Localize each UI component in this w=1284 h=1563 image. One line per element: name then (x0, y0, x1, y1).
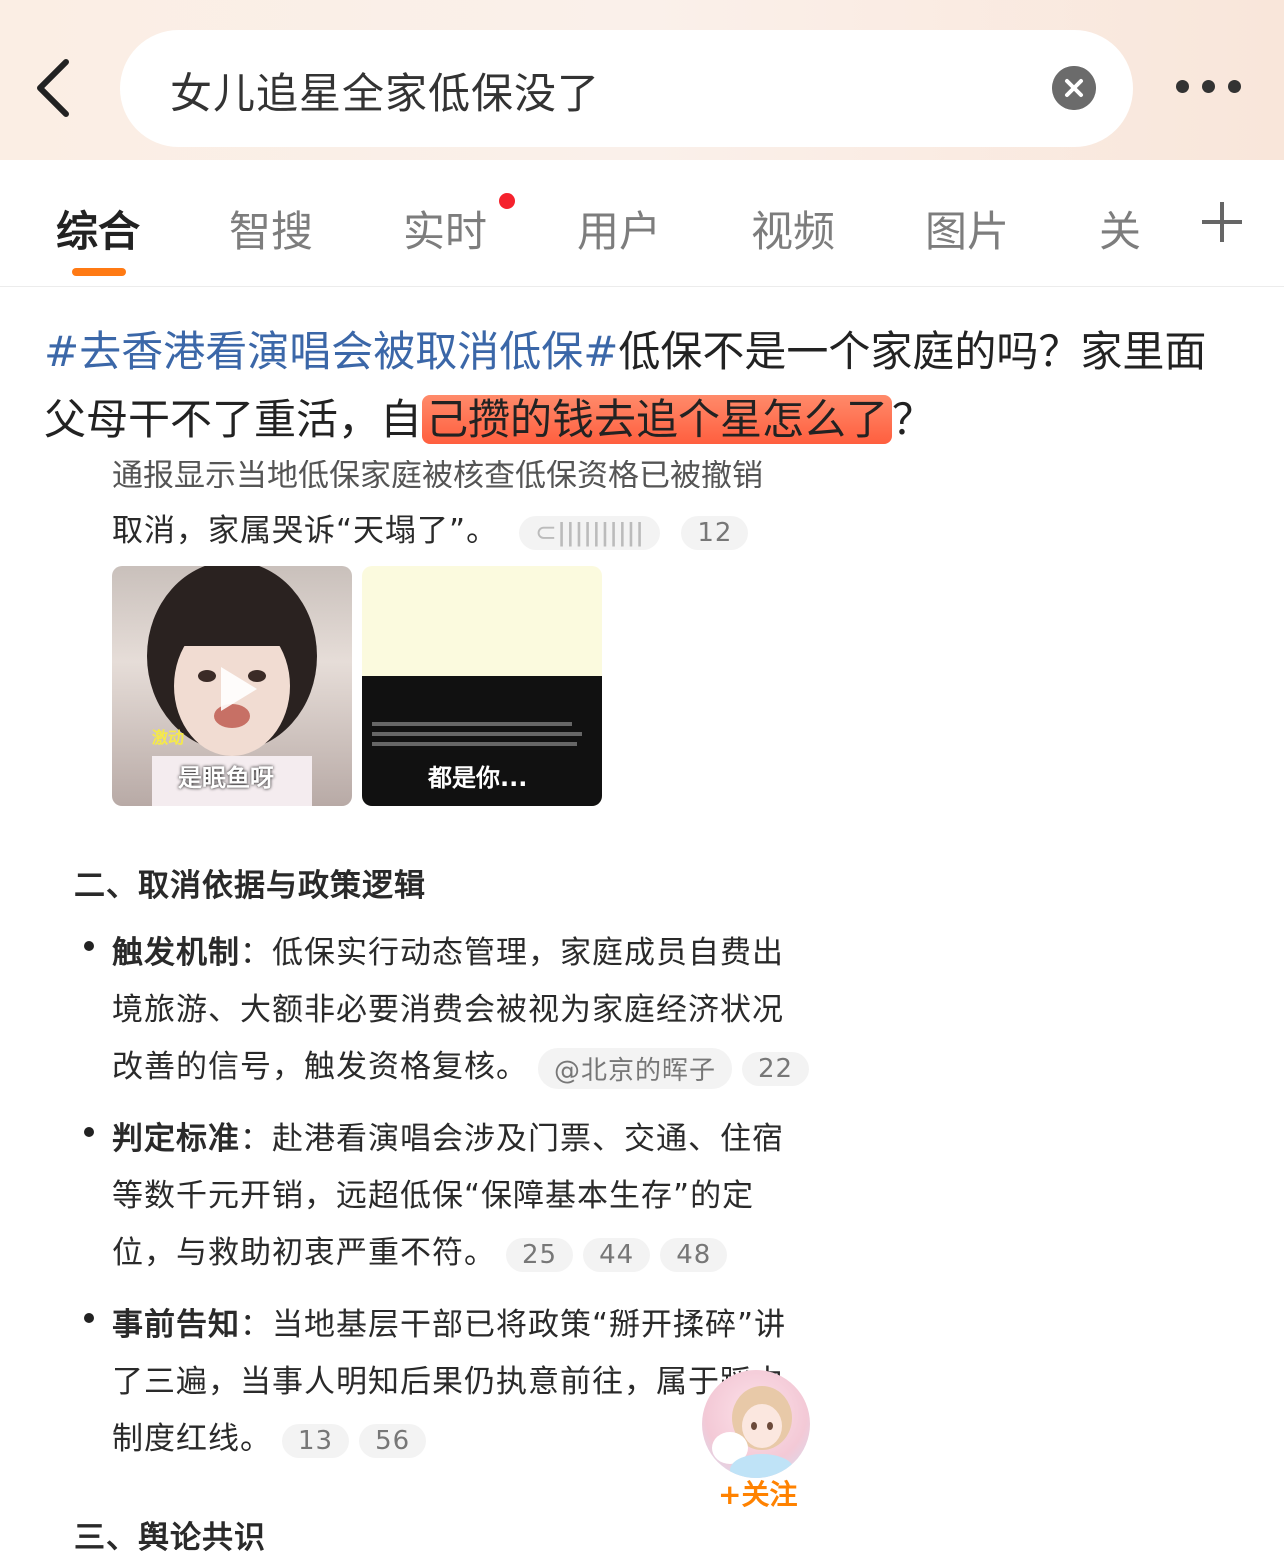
bullet-3-line-2: 了三遍，当事人明知后果仍执意前往，属于踩中 (112, 1364, 784, 1400)
bullet-dot (84, 1313, 94, 1323)
anime-avatar-image (712, 1386, 794, 1478)
tab-follow[interactable]: 关 (1099, 198, 1141, 259)
bullet-2-title: 判定标准 (112, 1121, 240, 1157)
plus-icon[interactable] (1200, 200, 1244, 244)
bullet-3-text: ：当地基层干部已将政策“掰开揉碎”讲 (240, 1307, 787, 1343)
active-tab-indicator (72, 268, 126, 276)
bullet-2-text-3: 位，与救助初衷严重不符。 (112, 1235, 496, 1271)
back-icon[interactable] (30, 58, 80, 118)
play-icon[interactable] (207, 661, 263, 717)
more-icon[interactable] (1170, 74, 1250, 104)
bullet-dot (84, 1127, 94, 1137)
section-2-title: 二、取消依据与政策逻辑 (74, 868, 426, 904)
follow-button[interactable]: +关注 (718, 1473, 797, 1513)
bullet-1-text: ：低保实行动态管理，家庭成员自费出 (240, 935, 784, 971)
bullet-1-line-2: 境旅游、大额非必要消费会被视为家庭经济状况 (112, 992, 784, 1028)
citation-chip[interactable]: 22 (742, 1051, 810, 1086)
post-text: #去香港看演唱会被取消低保#低保不是一个家庭的吗？家里面父母干不了重活，自己攒的… (44, 318, 1244, 454)
citation-chip[interactable]: 25 (506, 1237, 574, 1272)
bullet-1-line-3: 改善的信号，触发资格复核。 @北京的晖子 22 (112, 1041, 810, 1089)
post-text-part2: ？ (892, 395, 935, 444)
bullet-1-title: 触发机制 (112, 935, 240, 971)
video-author: 是眠鱼呀 (178, 764, 274, 792)
bullet-3-line-1: 事前告知：当地基层干部已将政策“掰开揉碎”讲 (112, 1299, 786, 1344)
tab-realtime[interactable]: 实时 (403, 198, 487, 259)
tab-images[interactable]: 图片 (925, 198, 1009, 259)
citation-chip[interactable]: 12 (681, 515, 749, 550)
search-input[interactable]: 女儿追星全家低保没了 (170, 60, 600, 121)
image-caption: 都是你... (428, 764, 528, 792)
tab-comprehensive[interactable]: 综合 (56, 198, 140, 259)
tab-smart-search[interactable]: 智搜 (229, 198, 313, 259)
text-line: 取消，家属哭诉“天塌了”。 ⊂ǀǀǀǀǀǀǀǀǀǀ 12 (112, 505, 749, 550)
tab-video[interactable]: 视频 (751, 198, 835, 259)
section-3-title: 三、舆论共识 (74, 1520, 266, 1556)
video-thumbnail[interactable]: 激动 是眠鱼呀 (112, 566, 352, 806)
cropped-line: 通报显示当地低保家庭被核查低保资格已被撤销 (112, 460, 763, 488)
line-text: 取消，家属哭诉“天塌了”。 (112, 513, 499, 549)
bullet-3-title: 事前告知 (112, 1307, 240, 1343)
bullet-2-line-3: 位，与救助初衷严重不符。 25 44 48 (112, 1227, 728, 1272)
new-badge (499, 193, 515, 209)
highlighted-text: 己攒的钱去追个星怎么了 (422, 395, 893, 444)
bullet-dot (84, 941, 94, 951)
blurred-source-chip: ⊂ǀǀǀǀǀǀǀǀǀǀ (518, 515, 661, 550)
top-bar: 女儿追星全家低保没了 (0, 0, 1284, 160)
bullet-1-line-1: 触发机制：低保实行动态管理，家庭成员自费出 (112, 927, 784, 972)
citation-chip[interactable]: 44 (583, 1237, 651, 1272)
bullet-3-line-3: 制度红线。 13 56 (112, 1413, 427, 1458)
topic-link[interactable]: #去香港看演唱会被取消低保# (44, 327, 618, 376)
citation-chip[interactable]: 13 (282, 1423, 350, 1458)
citation-chip[interactable]: 56 (359, 1423, 427, 1458)
clear-icon[interactable] (1052, 66, 1096, 110)
citation-chip[interactable]: 48 (660, 1237, 728, 1272)
avatar[interactable] (702, 1370, 810, 1478)
search-box[interactable]: 女儿追星全家低保没了 (120, 30, 1133, 147)
tab-fade (1140, 190, 1200, 260)
bullet-2-line-1: 判定标准：赴港看演唱会涉及门票、交通、住宿 (112, 1113, 784, 1158)
bullet-2-line-2: 等数千元开销，远超低保“保障基本生存”的定 (112, 1178, 755, 1214)
citation-chip[interactable]: @北京的晖子 (538, 1048, 733, 1089)
bullet-1-text-3: 改善的信号，触发资格复核。 (112, 1049, 528, 1085)
tab-bar: 综合 智搜 实时 用户 视频 图片 关 (0, 160, 1284, 287)
image-thumbnail[interactable]: 都是你... (362, 566, 602, 806)
emotion-tag: 激动 (152, 728, 185, 747)
bullet-2-text: ：赴港看演唱会涉及门票、交通、住宿 (240, 1121, 784, 1157)
bullet-3-text-3: 制度红线。 (112, 1421, 272, 1457)
tab-users[interactable]: 用户 (577, 198, 661, 259)
